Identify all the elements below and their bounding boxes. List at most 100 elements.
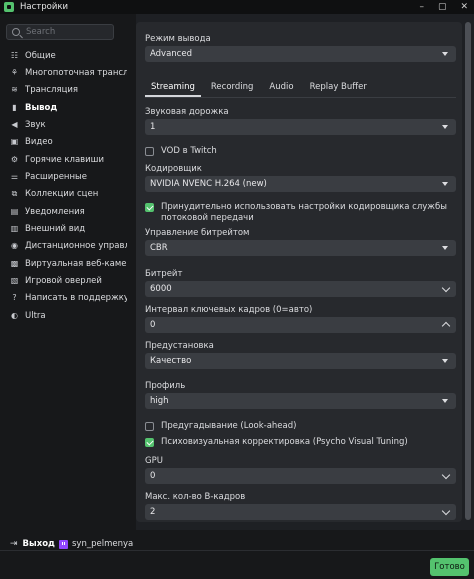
sidebar-item-ultra[interactable]: ◐ Ultra bbox=[0, 307, 127, 324]
vod-twitch-checkbox[interactable]: VOD в Twitch bbox=[145, 146, 451, 157]
close-icon[interactable]: ✕ bbox=[460, 2, 468, 12]
sliders-icon: ☷ bbox=[10, 50, 19, 60]
sidebar-item-video[interactable]: ▣ Видео bbox=[0, 134, 127, 151]
logout-icon: ⇥ bbox=[10, 539, 18, 549]
keyframe-label: Интервал ключевых кадров (0=авто) bbox=[145, 305, 313, 315]
tab-recording[interactable]: Recording bbox=[205, 77, 260, 97]
bframes-input[interactable]: 2 bbox=[145, 504, 456, 520]
sidebar-nav: ☷ Общие ⚘ Многопоточная трансляц ≋ Трансляция… bbox=[0, 47, 127, 325]
sidebar-item-remote[interactable]: ◉ Дистанционное управлен bbox=[0, 238, 127, 255]
search-icon bbox=[12, 28, 20, 36]
encoder-value: NVIDIA NVENC H.264 (new) bbox=[150, 179, 267, 189]
keyframe-input[interactable]: 0 bbox=[145, 317, 456, 333]
rate-control-value: CBR bbox=[150, 243, 168, 253]
sidebar-item-collections[interactable]: ⧉ Коллекции сцен bbox=[0, 186, 127, 203]
sidebar-item-speaker[interactable]: ◀ Звук bbox=[0, 116, 127, 133]
chevron-down-icon bbox=[442, 52, 448, 56]
sidebar-item-label: Вывод bbox=[25, 102, 58, 113]
settings-sidebar: ☷ Общие ⚘ Многопоточная трансляц ≋ Трансляция… bbox=[0, 14, 127, 530]
title-bar: Настройки – ▢ ✕ bbox=[0, 0, 474, 14]
output-tabs: Streaming Recording Audio Replay Buffer bbox=[145, 77, 377, 97]
sidebar-item-appearance[interactable]: ▥ Внешний вид bbox=[0, 220, 127, 237]
checkbox-unchecked-icon[interactable] bbox=[145, 147, 154, 156]
sidebar-item-notification[interactable]: ▤ Уведомления bbox=[0, 203, 127, 220]
sidebar-item-label: Виртуальная веб-камера bbox=[25, 258, 127, 269]
footer-divider bbox=[0, 550, 474, 551]
logout-button[interactable]: ⇥ Выход bbox=[10, 539, 55, 549]
window-controls: – ▢ ✕ bbox=[419, 0, 468, 14]
collections-icon: ⧉ bbox=[11, 189, 18, 199]
gpu-value: 0 bbox=[150, 471, 156, 481]
done-button[interactable]: Готово bbox=[430, 558, 469, 576]
audio-track-select[interactable]: 1 bbox=[145, 119, 456, 135]
sidebar-item-multistream[interactable]: ⚘ Многопоточная трансляц bbox=[0, 64, 127, 81]
preset-value: Качество bbox=[150, 356, 192, 366]
preset-select[interactable]: Качество bbox=[145, 353, 456, 369]
sidebar-item-label: Горячие клавиши bbox=[25, 154, 104, 165]
search-box[interactable] bbox=[6, 24, 114, 40]
tabs-divider bbox=[145, 97, 456, 98]
sidebar-item-label: Уведомления bbox=[25, 206, 85, 217]
remote-icon: ◉ bbox=[11, 241, 18, 251]
output-mode-select[interactable]: Advanced bbox=[145, 46, 456, 62]
chevron-down-icon bbox=[442, 246, 448, 250]
sidebar-item-overlay[interactable]: ▧ Игровой оверлей bbox=[0, 272, 127, 289]
bitrate-label: Битрейт bbox=[145, 269, 183, 279]
checkbox-checked-icon[interactable] bbox=[145, 438, 154, 447]
overlay-icon: ▧ bbox=[10, 276, 19, 286]
maximize-icon[interactable]: ▢ bbox=[438, 2, 447, 12]
vod-twitch-label: VOD в Twitch bbox=[161, 146, 217, 156]
sidebar-item-label: Расширенные bbox=[25, 172, 87, 183]
profile-select[interactable]: high bbox=[145, 393, 456, 409]
window-title: Настройки bbox=[20, 2, 69, 12]
checkbox-checked-icon[interactable] bbox=[145, 203, 154, 212]
chevron-up-icon[interactable] bbox=[441, 321, 451, 331]
sidebar-item-advanced[interactable]: ⚌ Расширенные bbox=[0, 168, 127, 185]
chevron-down-icon[interactable] bbox=[441, 506, 451, 516]
sidebar-item-support[interactable]: ? Написать в поддержку bbox=[0, 290, 127, 307]
sidebar-item-label: Общие bbox=[25, 50, 56, 61]
bframes-label: Макс. кол-во B-кадров bbox=[145, 492, 246, 502]
tab-replay-buffer[interactable]: Replay Buffer bbox=[304, 77, 373, 97]
sidebar-item-webcam[interactable]: ▩ Виртуальная веб-камера bbox=[0, 255, 127, 272]
bframes-value: 2 bbox=[150, 507, 156, 517]
sidebar-item-label: Дистанционное управлен bbox=[25, 241, 127, 252]
chevron-down-icon[interactable] bbox=[441, 283, 451, 293]
chevron-down-icon[interactable] bbox=[441, 470, 451, 480]
lookahead-label: Предугадывание (Look-ahead) bbox=[161, 421, 297, 431]
chevron-down-icon bbox=[442, 125, 448, 129]
webcam-icon: ▩ bbox=[10, 258, 19, 268]
twitch-icon bbox=[59, 539, 68, 549]
rate-control-select[interactable]: CBR bbox=[145, 240, 456, 256]
enforce-encoder-checkbox[interactable]: Принудительно использовать настройки код… bbox=[145, 202, 451, 224]
search-input[interactable] bbox=[26, 27, 112, 37]
preset-label: Предустановка bbox=[145, 341, 214, 351]
output-icon: ▮ bbox=[12, 102, 17, 112]
logout-label: Выход bbox=[22, 539, 55, 549]
sidebar-item-label: Написать в поддержку bbox=[25, 293, 127, 304]
tab-audio[interactable]: Audio bbox=[263, 77, 299, 97]
encoder-select[interactable]: NVIDIA NVENC H.264 (new) bbox=[145, 176, 456, 192]
sidebar-item-broadcast[interactable]: ≋ Трансляция bbox=[0, 82, 127, 99]
sidebar-item-label: Ultra bbox=[25, 310, 46, 321]
minimize-icon[interactable]: – bbox=[419, 2, 424, 12]
keyframe-value: 0 bbox=[150, 320, 156, 330]
user-account: syn_pelmenya bbox=[59, 539, 133, 549]
video-icon: ▣ bbox=[10, 137, 19, 147]
psycho-visual-checkbox[interactable]: Психовизуальная корректировка (Psycho Vi… bbox=[145, 437, 451, 448]
bitrate-input[interactable]: 6000 bbox=[145, 281, 456, 297]
appearance-icon: ▥ bbox=[10, 224, 19, 234]
gpu-input[interactable]: 0 bbox=[145, 468, 456, 484]
rate-control-label: Управление битрейтом bbox=[145, 228, 250, 238]
sidebar-item-sliders[interactable]: ☷ Общие bbox=[0, 47, 127, 64]
sidebar-item-output[interactable]: ▮ Вывод bbox=[0, 99, 127, 116]
speaker-icon: ◀ bbox=[11, 120, 18, 130]
sidebar-item-gear[interactable]: ⚙ Горячие клавиши bbox=[0, 151, 127, 168]
chevron-down-icon bbox=[442, 359, 448, 363]
checkbox-unchecked-icon[interactable] bbox=[145, 422, 154, 431]
output-settings-panel: Режим вывода Advanced Streaming Recordin… bbox=[136, 22, 462, 522]
scrollbar-thumb[interactable] bbox=[465, 22, 471, 520]
sidebar-item-label: Игровой оверлей bbox=[25, 276, 102, 287]
tab-streaming[interactable]: Streaming bbox=[145, 77, 201, 97]
lookahead-checkbox[interactable]: Предугадывание (Look-ahead) bbox=[145, 421, 451, 432]
